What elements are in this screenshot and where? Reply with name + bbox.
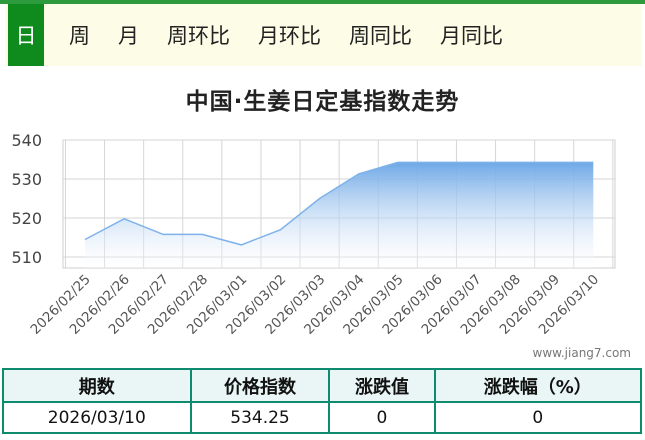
table-row: 2026/03/10 534.25 0 0 xyxy=(2,401,642,434)
ginger-index-widget: 日 周 月 周环比 月环比 周同比 月同比 中国·生姜日定基指数走势 540 53… xyxy=(0,0,645,440)
y-tick-label: 520 xyxy=(11,209,42,228)
tab-week[interactable]: 周 xyxy=(69,4,90,66)
col-header-price-index: 价格指数 xyxy=(189,368,331,403)
cell-change-value: 0 xyxy=(328,401,436,434)
tab-week-year-on-year[interactable]: 周同比 xyxy=(349,4,412,66)
col-header-change-pct: 涨跌幅（%） xyxy=(433,368,642,403)
cell-price-index: 534.25 xyxy=(189,401,331,434)
index-area-chart: 540530520510 2026/02/252026/02/262026/02… xyxy=(11,131,616,338)
chart-title: 中国·生姜日定基指数走势 xyxy=(185,89,460,115)
tab-week-on-week[interactable]: 周环比 xyxy=(167,4,230,66)
site-watermark: www.jiang7.com xyxy=(532,346,631,360)
y-tick-label: 510 xyxy=(11,248,42,267)
period-tab-bar: 日 周 月 周环比 月环比 周同比 月同比 xyxy=(5,4,642,66)
tab-month-on-month[interactable]: 月环比 xyxy=(258,4,321,66)
table-header-row: 期数 价格指数 涨跌值 涨跌幅（%） xyxy=(2,368,642,403)
cell-period: 2026/03/10 xyxy=(2,401,192,434)
col-header-change-value: 涨跌值 xyxy=(328,368,436,403)
cell-change-pct: 0 xyxy=(433,401,642,434)
latest-index-table: 期数 价格指数 涨跌值 涨跌幅（%） 2026/03/10 534.25 0 0 xyxy=(2,368,642,434)
col-header-period: 期数 xyxy=(2,368,192,403)
tab-month-year-on-year[interactable]: 月同比 xyxy=(440,4,503,66)
tab-day[interactable]: 日 xyxy=(8,4,44,66)
tab-month[interactable]: 月 xyxy=(118,4,139,66)
y-tick-label: 540 xyxy=(11,131,42,150)
y-tick-label: 530 xyxy=(11,170,42,189)
